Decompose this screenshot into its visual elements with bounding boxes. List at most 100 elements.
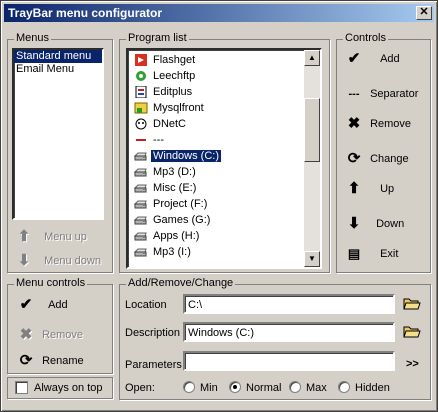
menus-list-item-email[interactable]: Email Menu [14, 63, 102, 76]
x-icon: ✖ [347, 115, 361, 133]
program-list-label: Program list [126, 32, 189, 45]
separator-label: Separator [370, 88, 419, 100]
arrow-down-icon: ⬇ [17, 252, 31, 270]
open-normal-label: Normal [246, 382, 282, 394]
more-options-button[interactable]: >> [406, 357, 419, 371]
flashget-icon [134, 54, 148, 67]
scroll-up-arrow-icon[interactable]: ▲ [304, 50, 320, 66]
location-label: Location [125, 299, 167, 311]
location-input[interactable]: C:\ [183, 294, 395, 314]
program-list-item[interactable]: --- [134, 132, 166, 148]
menus-group-label: Menus [14, 32, 52, 45]
open-max-radio[interactable]: Max [289, 381, 327, 395]
program-list-item-label: Flashget [153, 54, 196, 66]
open-hidden-radio[interactable]: Hidden [338, 381, 390, 395]
menu-add-button[interactable]: ✔ Add [15, 294, 68, 316]
program-list-item[interactable]: Apps (H:) [133, 228, 201, 244]
browse-description-folder-icon[interactable] [403, 323, 421, 339]
program-list-item[interactable]: Games (G:) [133, 212, 212, 228]
arrow-up-icon: ⬆ [17, 228, 31, 246]
program-list-item[interactable]: Mp3 (I:) [133, 244, 193, 260]
close-button[interactable]: ✕ [416, 6, 432, 20]
up-program-label: Up [380, 183, 395, 195]
radio-circle[interactable] [183, 381, 195, 393]
program-list-item[interactable]: Project (F:) [133, 196, 209, 212]
open-min-radio[interactable]: Min [183, 381, 218, 395]
menus-listbox[interactable]: Standard menu Email Menu [12, 48, 104, 220]
program-list-item-label: --- [153, 134, 164, 146]
browse-location-folder-icon[interactable] [403, 295, 421, 311]
program-list-scrollbar[interactable]: ▲ ▼ [304, 50, 320, 267]
program-list-item-label: Apps (H:) [153, 230, 200, 242]
separator-icon [134, 134, 148, 146]
radio-circle-selected[interactable] [229, 381, 241, 393]
program-list-item[interactable]: Leechftp [134, 68, 197, 84]
down-program-label: Down [376, 218, 405, 230]
remove-program-button[interactable]: ✖ Remove [343, 113, 411, 135]
checkmark-icon: ✔ [347, 50, 361, 68]
arrow-up-icon: ⬆ [347, 180, 361, 198]
menus-list-item-standard[interactable]: Standard menu [14, 50, 102, 63]
program-list-item[interactable]: Windows (C:) [133, 148, 223, 164]
program-list-item-label: Project (F:) [153, 198, 208, 210]
drive-icon [133, 150, 148, 162]
remove-program-label: Remove [370, 118, 412, 130]
down-program-button[interactable]: ⬇ Down [343, 213, 404, 235]
parameters-input[interactable] [183, 351, 395, 371]
add-program-button[interactable]: ✔ Add [343, 48, 400, 70]
exit-door-icon: ▤ [347, 246, 361, 262]
arrow-down-icon: ⬇ [347, 215, 361, 233]
program-list-item-label: Mp3 (I:) [153, 246, 191, 258]
configurator-window: TrayBar menu configurator ✕ Menus Standa… [0, 0, 438, 412]
refresh-icon: ⟳ [347, 150, 361, 168]
menu-down-label: Menu down [44, 255, 101, 267]
program-list-item-label: Mysqlfront [153, 102, 204, 114]
dashes-icon: --- [348, 88, 360, 101]
program-list-item-label: Editplus [153, 86, 193, 98]
menu-remove-label: Remove [42, 329, 84, 341]
program-list-item[interactable]: DNetC [134, 116, 188, 132]
program-list-item-label: DNetC [153, 118, 187, 130]
radio-circle[interactable] [289, 381, 301, 393]
edit-panel-label: Add/Remove/Change [126, 277, 236, 290]
window-title: TrayBar menu configurator [8, 6, 163, 20]
exit-button[interactable]: ▤ Exit [343, 243, 399, 265]
menu-rename-button[interactable]: ⟳ Rename [15, 350, 84, 372]
always-on-top-label: Always on top [34, 382, 103, 394]
menu-remove-button[interactable]: ✖ Remove [15, 324, 83, 346]
add-program-label: Add [380, 53, 400, 65]
program-list-item-label: Misc (E:) [153, 182, 197, 194]
checkmark-icon: ✔ [19, 296, 33, 314]
checkbox-box[interactable] [15, 381, 28, 394]
menu-down-button[interactable]: ⬇ Menu down [13, 250, 101, 272]
scroll-down-arrow-icon[interactable]: ▼ [304, 251, 320, 267]
program-list-item[interactable]: Misc (E:) [133, 180, 198, 196]
radio-circle[interactable] [338, 381, 350, 393]
drive-icon [133, 214, 148, 226]
scroll-thumb[interactable] [304, 98, 320, 162]
drive-icon [133, 182, 148, 194]
open-max-label: Max [306, 382, 327, 394]
always-on-top-checkbox[interactable]: Always on top [15, 381, 102, 395]
description-input[interactable]: Windows (C:) [183, 322, 395, 342]
program-listbox[interactable]: Flashget Leechftp Editplus Mysqlfront DNetC -… [126, 48, 322, 269]
program-list-item[interactable]: Mysqlfront [134, 100, 206, 116]
open-label: Open: [125, 382, 155, 394]
menu-up-button[interactable]: ⬆ Menu up [13, 226, 87, 248]
program-list-item[interactable]: Flashget [134, 52, 197, 68]
mysqlfront-icon [134, 102, 148, 114]
open-min-label: Min [200, 382, 218, 394]
drive-icon [133, 246, 148, 258]
change-program-button[interactable]: ⟳ Change [343, 148, 409, 170]
program-list-item-label: Leechftp [153, 70, 196, 82]
exit-label: Exit [380, 248, 399, 260]
separator-button[interactable]: --- Separator [343, 83, 419, 105]
refresh-icon: ⟳ [19, 352, 33, 370]
open-normal-radio[interactable]: Normal [229, 381, 281, 395]
drive-icon [133, 230, 148, 242]
program-list-item[interactable]: Editplus [134, 84, 194, 100]
up-program-button[interactable]: ⬆ Up [343, 178, 394, 200]
program-list-item-label: Mp3 (D:) [153, 166, 196, 178]
program-list-item[interactable]: Mp3 (D:) [133, 164, 198, 180]
menu-up-label: Menu up [44, 231, 87, 243]
